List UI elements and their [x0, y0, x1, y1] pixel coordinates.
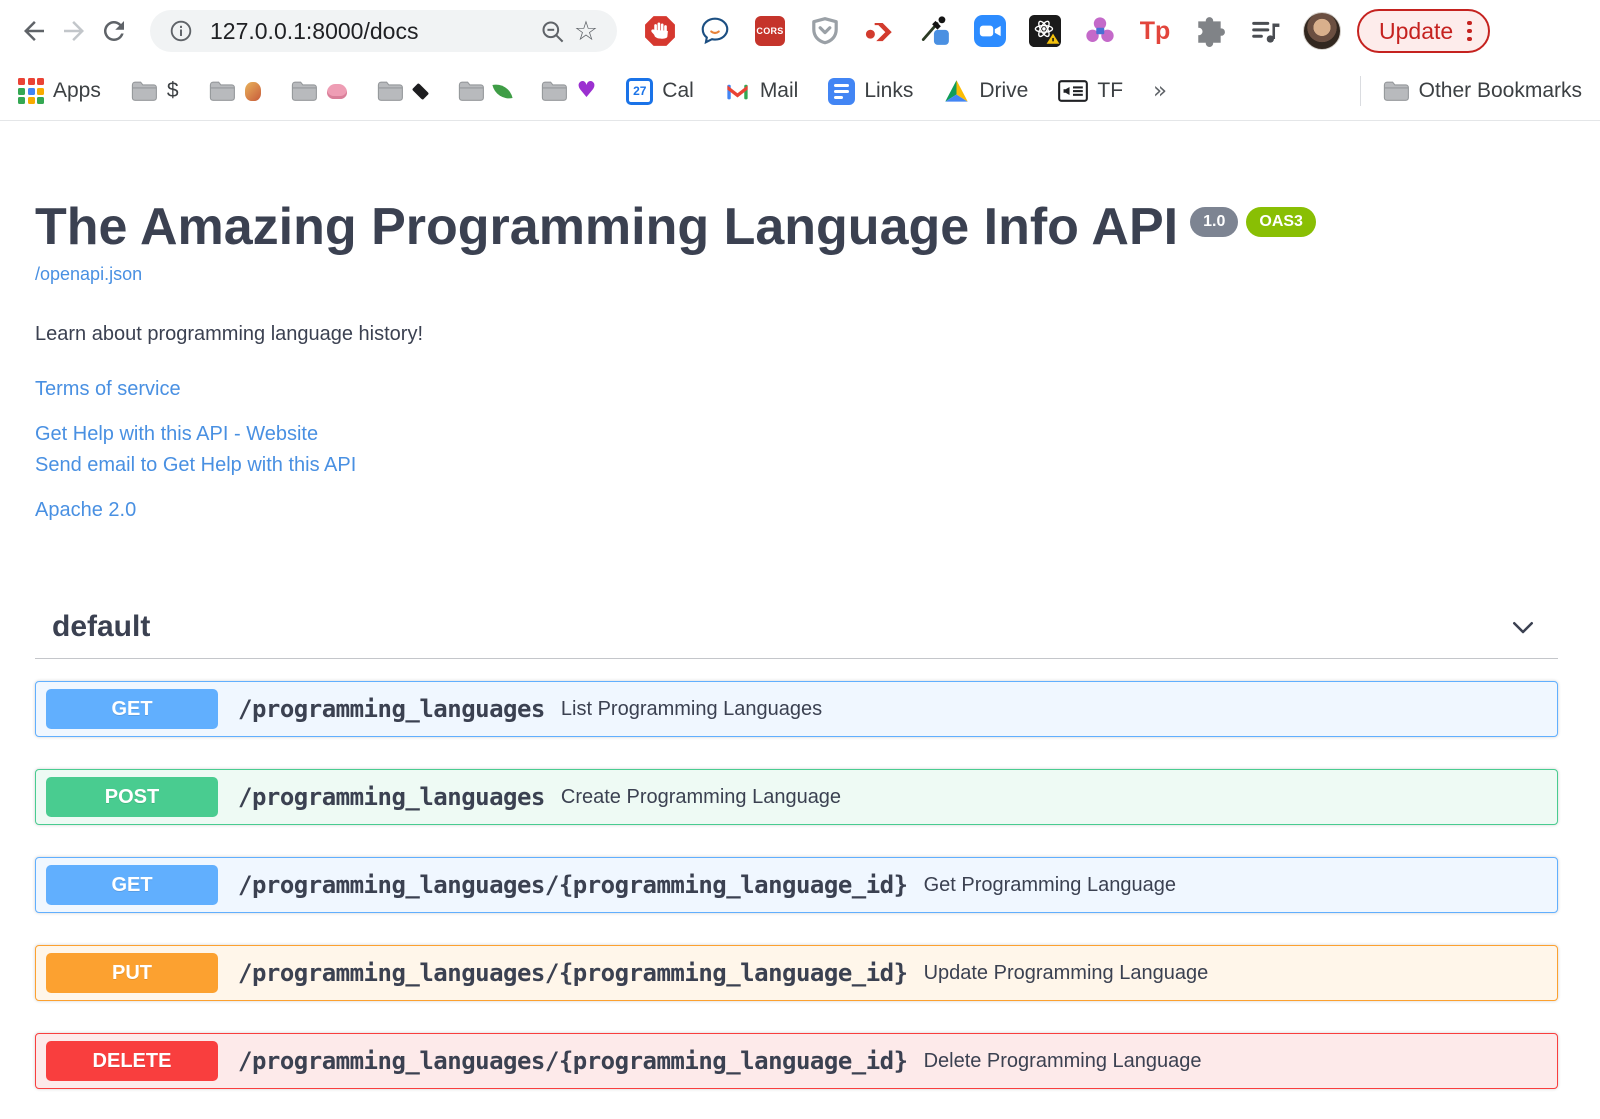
folder-icon [1383, 81, 1409, 101]
forward-arrow-icon [64, 21, 84, 41]
endpoint-summary: Get Programming Language [923, 873, 1176, 896]
method-badge: PUT [46, 953, 218, 994]
cors-extension-icon[interactable]: CORS [753, 14, 787, 48]
bookmarks-overflow-chevron[interactable]: » [1153, 78, 1167, 104]
puzzle-icon[interactable] [1193, 14, 1227, 48]
google-drive-icon [945, 79, 969, 102]
license-link[interactable]: Apache 2.0 [35, 499, 1558, 522]
bookmark-folder-dollar[interactable]: $ [131, 79, 179, 103]
back-arrow-icon [24, 21, 44, 41]
endpoint-row-put-update[interactable]: PUT /programming_languages/{programming_… [35, 945, 1558, 1002]
endpoint-summary: List Programming Languages [560, 697, 823, 720]
purple-recycle-icon[interactable] [1083, 14, 1117, 48]
forward-button[interactable] [54, 11, 94, 51]
graduation-cap-emoji-icon [411, 82, 429, 100]
endpoint-path: /programming_languages/{programming_lang… [238, 871, 908, 900]
bookmark-folder-brain[interactable] [291, 80, 347, 102]
gmail-icon [727, 84, 748, 99]
bookmark-links[interactable]: Links [828, 77, 913, 105]
apps-grid-icon [18, 78, 44, 104]
section-title: default [52, 610, 151, 644]
redirect-arrow-icon[interactable] [863, 14, 897, 48]
update-label: Update [1379, 17, 1454, 44]
eyedropper-icon[interactable] [918, 14, 952, 48]
announcement-card-icon [1058, 80, 1089, 102]
collapse-chevron-icon[interactable] [1506, 610, 1540, 644]
method-badge: GET [46, 865, 218, 906]
endpoint-summary: Create Programming Language [560, 785, 842, 808]
shield-icon[interactable] [808, 14, 842, 48]
bookmarks-bar: Apps $ ♥ 27 Cal Mail Links Drive TF » Ot… [0, 62, 1600, 121]
react-devtools-icon[interactable] [1028, 14, 1062, 48]
endpoint-path: /programming_languages [238, 783, 545, 812]
openapi-spec-link[interactable]: /openapi.json [35, 264, 142, 285]
profile-avatar[interactable] [1303, 12, 1341, 50]
folder-icon [131, 81, 157, 101]
bookmark-calendar[interactable]: 27 Cal [626, 77, 694, 105]
help-website-link[interactable]: Get Help with this API - Website [35, 423, 1558, 446]
bookmark-mail[interactable]: Mail [724, 79, 798, 103]
endpoint-path: /programming_languages/{programming_lang… [238, 1047, 908, 1076]
method-badge: DELETE [46, 1041, 218, 1082]
method-badge: GET [46, 689, 218, 730]
reload-button[interactable] [94, 11, 134, 51]
browser-toolbar: 127.0.0.1:8000/docs ☆ CORS Tp Update [0, 0, 1600, 62]
folder-icon [291, 81, 317, 101]
extensions-row: CORS Tp [643, 12, 1341, 50]
back-button[interactable] [14, 11, 54, 51]
endpoint-summary: Update Programming Language [923, 961, 1209, 984]
other-bookmarks[interactable]: Other Bookmarks [1383, 79, 1582, 103]
brain-emoji-icon [326, 83, 347, 99]
bookmark-drive[interactable]: Drive [943, 79, 1028, 104]
folder-icon [458, 81, 484, 101]
oas3-badge: OAS3 [1246, 207, 1316, 237]
page-title: The Amazing Programming Language Info AP… [35, 198, 1558, 256]
tp-extension-icon[interactable]: Tp [1138, 14, 1172, 48]
bookmark-apps[interactable]: Apps [18, 78, 101, 104]
zoom-out-icon[interactable] [535, 14, 569, 48]
playlist-icon[interactable] [1248, 14, 1282, 48]
endpoint-row-delete[interactable]: DELETE /programming_languages/{programmi… [35, 1033, 1558, 1090]
folder-icon [209, 81, 235, 101]
google-calendar-icon: 27 [626, 77, 654, 105]
bookmark-tf[interactable]: TF [1058, 79, 1123, 103]
herb-emoji-icon [491, 80, 513, 102]
terms-of-service-link[interactable]: Terms of service [35, 378, 1558, 401]
purple-heart-emoji-icon: ♥ [576, 78, 597, 103]
reload-icon [103, 20, 124, 41]
endpoint-row-get-one[interactable]: GET /programming_languages/{programming_… [35, 857, 1558, 914]
api-description: Learn about programming language history… [35, 323, 424, 346]
endpoint-summary: Delete Programming Language [923, 1049, 1202, 1072]
links-icon [828, 77, 856, 105]
bookmarks-divider [1359, 76, 1361, 106]
zoom-camera-icon[interactable] [973, 14, 1007, 48]
help-email-link[interactable]: Send email to Get Help with this API [35, 454, 1558, 477]
carousel-horse-emoji-icon [244, 81, 261, 101]
bookmark-folder-graduation[interactable] [377, 80, 429, 102]
adblock-icon[interactable] [643, 14, 677, 48]
method-badge: POST [46, 777, 218, 818]
endpoint-row-get-list[interactable]: GET /programming_languages List Programm… [35, 681, 1558, 738]
endpoint-path: /programming_languages/{programming_lang… [238, 959, 908, 988]
bookmark-folder-heart[interactable]: ♥ [541, 78, 597, 103]
folder-icon [541, 81, 567, 101]
bookmark-folder-herb[interactable] [458, 80, 513, 102]
chat-bubble-icon[interactable] [698, 14, 732, 48]
swagger-docs-page: The Amazing Programming Language Info AP… [0, 198, 1600, 1090]
chrome-update-button[interactable]: Update [1357, 9, 1490, 53]
version-badge: 1.0 [1190, 207, 1239, 237]
url-text[interactable]: 127.0.0.1:8000/docs [210, 18, 535, 45]
endpoint-row-post-create[interactable]: POST /programming_languages Create Progr… [35, 769, 1558, 826]
browser-menu-kebab-icon[interactable] [1467, 20, 1472, 42]
bookmark-folder-carousel[interactable] [209, 80, 261, 102]
folder-icon [377, 81, 403, 101]
endpoint-path: /programming_languages [238, 695, 545, 724]
url-bar[interactable]: 127.0.0.1:8000/docs ☆ [150, 10, 617, 52]
page-info-icon[interactable] [164, 14, 198, 48]
bookmark-star-icon[interactable]: ☆ [569, 14, 603, 48]
default-section-header[interactable]: default [35, 610, 1558, 660]
